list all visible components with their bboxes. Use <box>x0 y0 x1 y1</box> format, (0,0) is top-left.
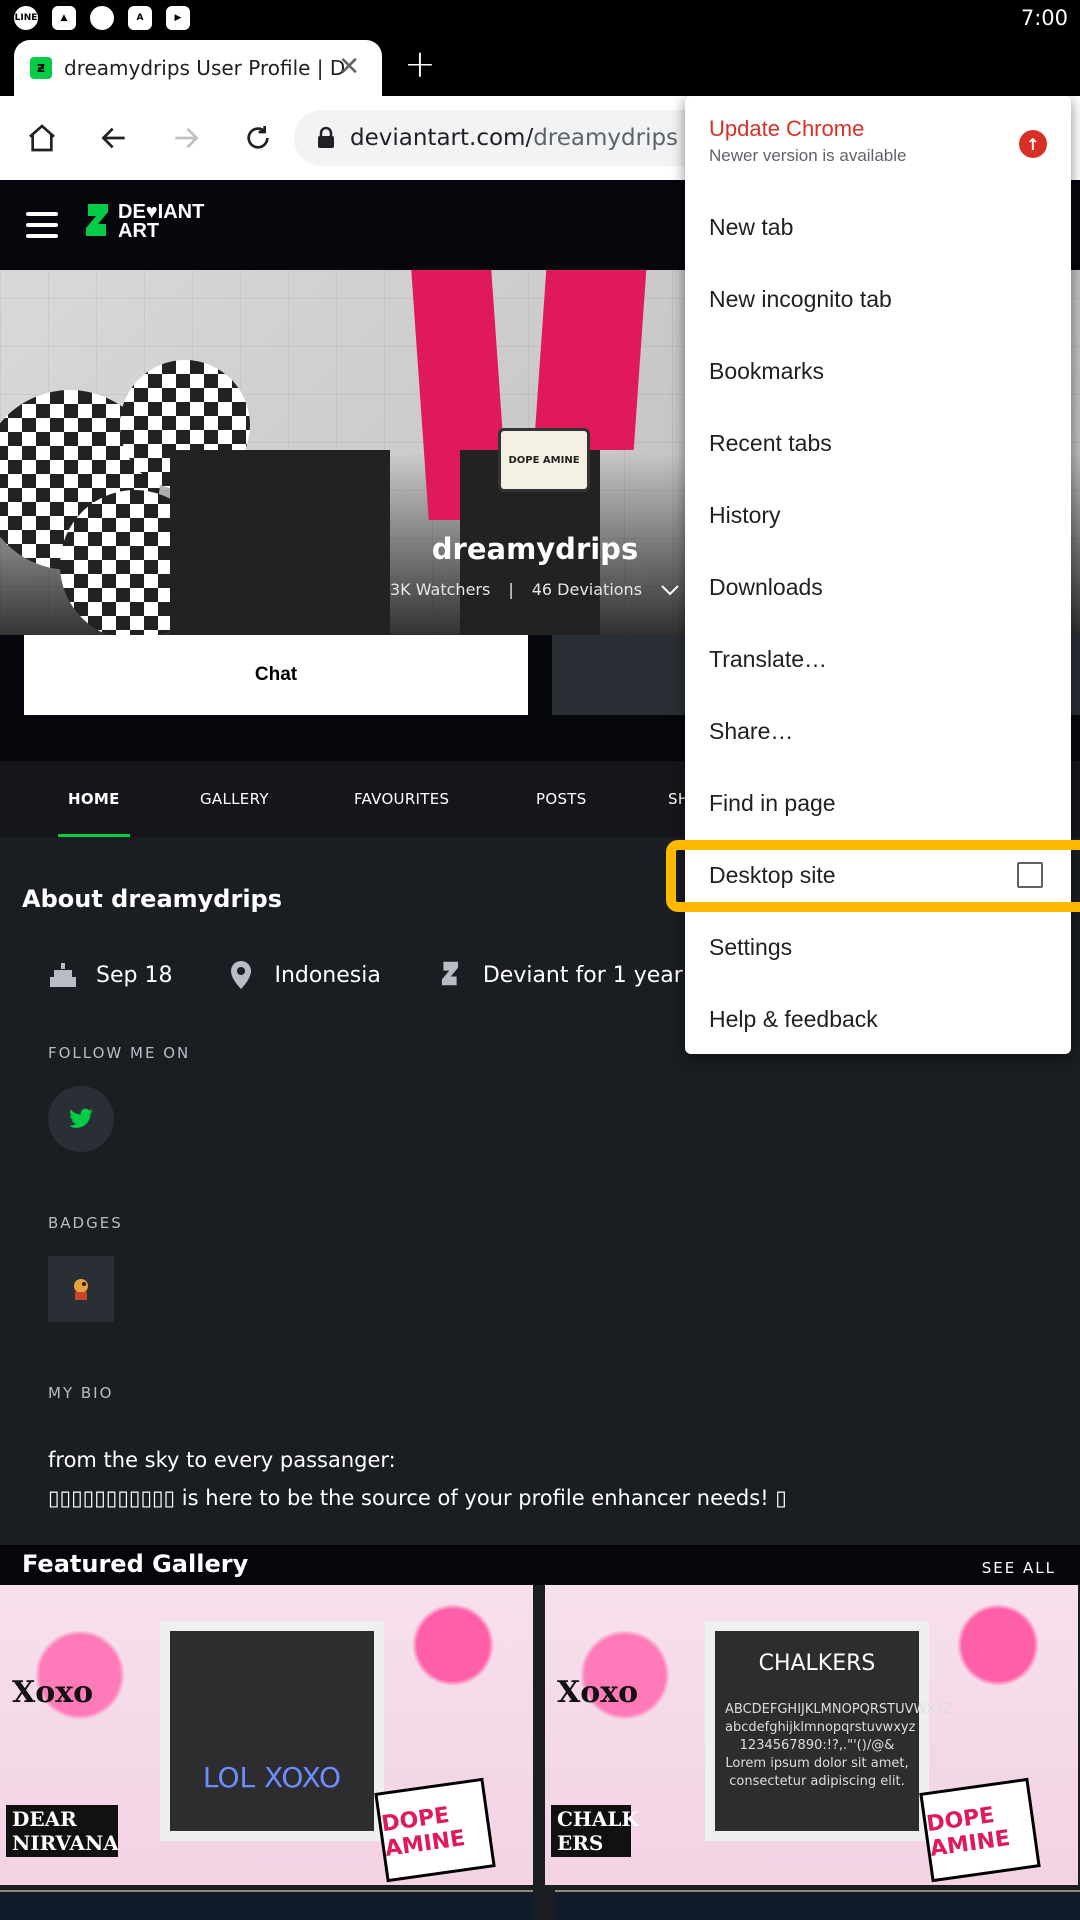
chevron-down-icon[interactable] <box>660 583 680 597</box>
thumb-title: CHALKERS <box>758 1651 876 1676</box>
location-text: Indonesia <box>274 962 381 988</box>
see-all-link[interactable]: SEE ALL <box>982 1559 1056 1577</box>
next-row-thumbnail[interactable] <box>555 1890 1080 1920</box>
tab-strip: ƶ dreamydrips User Profile | De ✕ + <box>0 38 1080 96</box>
url-host: deviantart.com/ <box>350 125 534 151</box>
menu-share[interactable]: Share… <box>709 718 793 745</box>
birthday: Sep 18 <box>48 960 172 990</box>
back-button[interactable] <box>92 116 136 160</box>
menu-settings[interactable]: Settings <box>709 934 792 961</box>
gallery-thumbnail[interactable]: Xoxo CHALKERS ABCDEFGHIJKLMNOPQRSTUVWXYZ… <box>545 1585 1078 1885</box>
menu-bookmarks[interactable]: Bookmarks <box>709 358 824 385</box>
badges-label: BADGES <box>48 1214 123 1232</box>
birthday-text: Sep 18 <box>96 962 173 988</box>
thumb-stamp: DOPE AMINE <box>374 1777 496 1883</box>
update-arrow-icon: ↑ <box>1019 130 1047 158</box>
thumb-xoxo-text: Xoxo <box>12 1675 94 1710</box>
gallery-thumbnail[interactable]: Xoxo LOL XOXO DEAR NIRVANA DOPE AMINE <box>0 1585 533 1885</box>
hamburger-menu-icon[interactable] <box>26 212 58 245</box>
forward-button[interactable] <box>164 116 208 160</box>
bio-line-1: from the sky to every passanger: <box>48 1448 396 1472</box>
banner-pink-stripe <box>533 270 647 450</box>
tab-title: dreamydrips User Profile | De <box>64 56 344 80</box>
deviant-since-text: Deviant for 1 year <box>482 962 683 988</box>
menu-history[interactable]: History <box>709 502 781 529</box>
menu-downloads[interactable]: Downloads <box>709 574 823 601</box>
home-button[interactable] <box>20 116 64 160</box>
deviantart-favicon-icon: ƶ <box>30 57 52 79</box>
menu-recent-tabs[interactable]: Recent tabs <box>709 430 832 457</box>
url-path: dreamydrips <box>533 125 679 151</box>
badge-item[interactable] <box>48 1256 114 1322</box>
about-title: About dreamydrips <box>22 885 283 913</box>
next-row-thumbnail[interactable] <box>0 1890 533 1920</box>
chat-button[interactable]: Chat <box>24 635 528 715</box>
status-bar: LINE ▲ A ▶ 7:00 <box>0 0 1080 38</box>
thumb-chalkboard: CHALKERS ABCDEFGHIJKLMNOPQRSTUVWXYZ abcd… <box>705 1621 953 1841</box>
close-tab-icon[interactable]: ✕ <box>338 52 360 82</box>
thumb-corner-label: DEAR NIRVANA <box>6 1805 119 1857</box>
tab-favourites[interactable]: FAVOURITES <box>354 761 449 837</box>
menu-new-incognito-tab[interactable]: New incognito tab <box>709 286 892 313</box>
update-chrome-subtitle: Newer version is available <box>709 146 907 165</box>
deviantart-logo-icon <box>86 204 108 236</box>
cake-icon <box>48 960 78 990</box>
deviantart-icon <box>435 960 465 990</box>
stats-separator: | <box>508 580 514 599</box>
menu-translate[interactable]: Translate… <box>709 646 827 673</box>
thumb-xoxo-text: Xoxo <box>557 1675 639 1710</box>
tab-home[interactable]: HOME <box>58 761 130 837</box>
new-tab-button[interactable]: + <box>404 42 436 86</box>
tab-posts[interactable]: POSTS <box>536 761 587 837</box>
url-text: deviantart.com/dreamydrips <box>350 125 678 151</box>
reload-icon <box>247 126 269 149</box>
back-arrow-icon <box>101 127 125 149</box>
update-chrome-title: Update Chrome <box>709 116 865 141</box>
logo-line2: ART <box>118 220 160 242</box>
location: Indonesia <box>226 960 381 990</box>
twitter-link[interactable] <box>48 1086 114 1152</box>
desktop-site-checkbox[interactable] <box>1017 862 1043 888</box>
chat-icon <box>90 6 114 30</box>
menu-find-in-page[interactable]: Find in page <box>709 790 836 817</box>
reload-button[interactable] <box>236 116 280 160</box>
lock-icon <box>318 126 334 148</box>
location-pin-icon <box>226 960 256 990</box>
featured-gallery-title: Featured Gallery <box>22 1550 249 1578</box>
follow-label: FOLLOW ME ON <box>48 1044 191 1062</box>
store-icon: A <box>128 6 152 30</box>
deviant-since: Deviant for 1 year <box>435 960 683 990</box>
menu-new-tab[interactable]: New tab <box>709 214 793 241</box>
bio-line-2: ▯▯▯▯▯▯▯▯▯▯▯ is here to be the source of … <box>48 1486 787 1510</box>
play-store-icon: ▶ <box>166 6 190 30</box>
thumb-subtitle: ABCDEFGHIJKLMNOPQRSTUVWXYZ abcdefghijklm… <box>725 1702 953 1789</box>
badge-icon <box>74 1279 88 1300</box>
thumb-caption: LOL XOXO <box>202 1761 342 1794</box>
profile-avatar[interactable]: DOPE AMINE <box>498 428 590 492</box>
watchers-count[interactable]: 3K Watchers <box>390 580 490 599</box>
gallery-icon: ▲ <box>52 6 76 30</box>
profile-stats: 3K Watchers | 46 Deviations <box>390 580 680 599</box>
thumb-chalkboard: LOL XOXO <box>160 1621 384 1841</box>
twitter-icon <box>69 1108 93 1128</box>
tab-gallery[interactable]: GALLERY <box>200 761 269 837</box>
notification-icons: LINE ▲ A ▶ <box>14 6 190 30</box>
line-icon: LINE <box>14 6 38 30</box>
deviations-count[interactable]: 46 Deviations <box>532 580 642 599</box>
home-icon <box>29 124 55 152</box>
clock: 7:00 <box>1020 6 1068 30</box>
browser-tab[interactable]: ƶ dreamydrips User Profile | De ✕ <box>14 40 382 96</box>
bio-label: MY BIO <box>48 1384 114 1402</box>
thumb-stamp: DOPE AMINE <box>919 1777 1041 1883</box>
profile-meta: Sep 18 Indonesia Deviant for 1 year <box>48 960 737 990</box>
menu-help-feedback[interactable]: Help & feedback <box>709 1006 878 1033</box>
thumb-corner-label: CHALK ERS <box>551 1805 639 1857</box>
forward-arrow-icon <box>175 127 199 149</box>
deviantart-logo[interactable]: DE♥IANT ART <box>82 202 204 242</box>
update-chrome-item[interactable]: Update Chrome Newer version is available <box>709 116 906 166</box>
